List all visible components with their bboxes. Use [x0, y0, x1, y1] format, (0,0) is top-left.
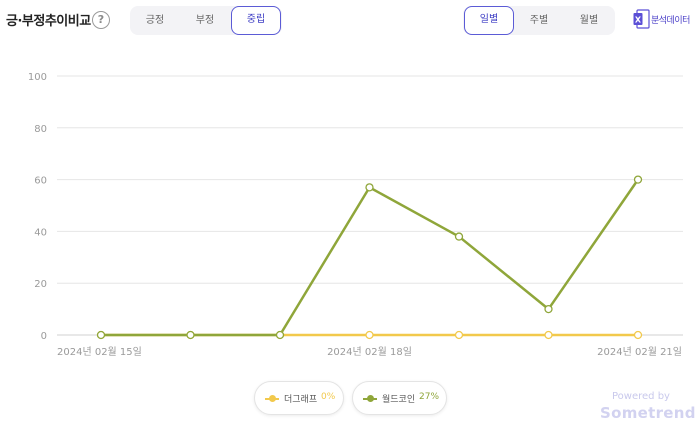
tab-daily[interactable]: 일별	[464, 6, 514, 35]
legend-label: 월드코인	[382, 395, 416, 405]
legend-percent: 0%	[321, 392, 336, 402]
tab-monthly[interactable]: 월별	[564, 6, 614, 35]
y-tick-label: 40	[34, 227, 47, 238]
chart-grid	[57, 75, 683, 336]
brand-logo: Sometrend	[600, 404, 696, 422]
data-point	[96, 330, 106, 340]
line-chart: 020406080100 2024년 02월 15일 2024년 02월 18일 2…	[28, 72, 683, 358]
y-tick-label: 0	[41, 331, 47, 342]
legend-percent: 27%	[419, 392, 440, 402]
x-tick-label: 2024년 02월 18일	[327, 346, 412, 358]
x-axis-ticks: 2024년 02월 15일 2024년 02월 18일 2024년 02월 21일	[57, 346, 682, 358]
chart-header: 긍·부정추이비교 ? 긍정 부정 중립 일별 주별 월별 X 분석데이터	[0, 0, 700, 40]
data-point	[275, 330, 285, 340]
excel-file-icon[interactable]: X	[633, 9, 650, 29]
page-title: 긍·부정추이비교	[6, 14, 91, 29]
data-point	[365, 330, 374, 340]
legend-label: 더그래프	[284, 395, 318, 405]
series-line-2	[101, 178, 640, 337]
tab-positive[interactable]: 긍정	[130, 6, 180, 35]
tab-neutral[interactable]: 중립	[231, 6, 281, 35]
y-axis-ticks: 0 20 40 60 80 100	[28, 72, 47, 342]
x-tick-label: 2024년 02월 15일	[57, 346, 142, 358]
data-point	[633, 175, 643, 184]
data-point	[454, 232, 464, 241]
tab-weekly[interactable]: 주별	[514, 6, 564, 35]
y-tick-label: 60	[34, 176, 47, 187]
data-point	[544, 304, 553, 314]
legend-item-2[interactable]: 월드코인 27%	[352, 381, 447, 415]
data-point	[633, 330, 643, 340]
sentiment-tab-group: 긍정 부정 중립	[130, 6, 282, 35]
data-point	[365, 183, 374, 192]
y-tick-label: 100	[28, 72, 47, 83]
data-point	[186, 330, 195, 340]
powered-by-label: Powered by	[612, 391, 670, 402]
export-data-link[interactable]: 분석데이터	[651, 13, 690, 26]
data-point	[544, 330, 553, 340]
tab-negative[interactable]: 부정	[180, 6, 230, 35]
question-circle-icon[interactable]: ?	[92, 11, 110, 29]
y-tick-label: 20	[34, 279, 47, 290]
legend-dot	[269, 395, 276, 402]
y-tick-label: 80	[34, 124, 47, 135]
data-point	[454, 330, 464, 340]
period-tab-group: 일별 주별 월별	[463, 6, 615, 35]
legend-dot	[367, 395, 374, 402]
svg-text:X: X	[635, 16, 642, 25]
series-layer	[96, 175, 643, 340]
x-tick-label: 2024년 02월 21일	[597, 346, 682, 358]
legend-item-1[interactable]: 더그래프 0%	[254, 381, 344, 415]
